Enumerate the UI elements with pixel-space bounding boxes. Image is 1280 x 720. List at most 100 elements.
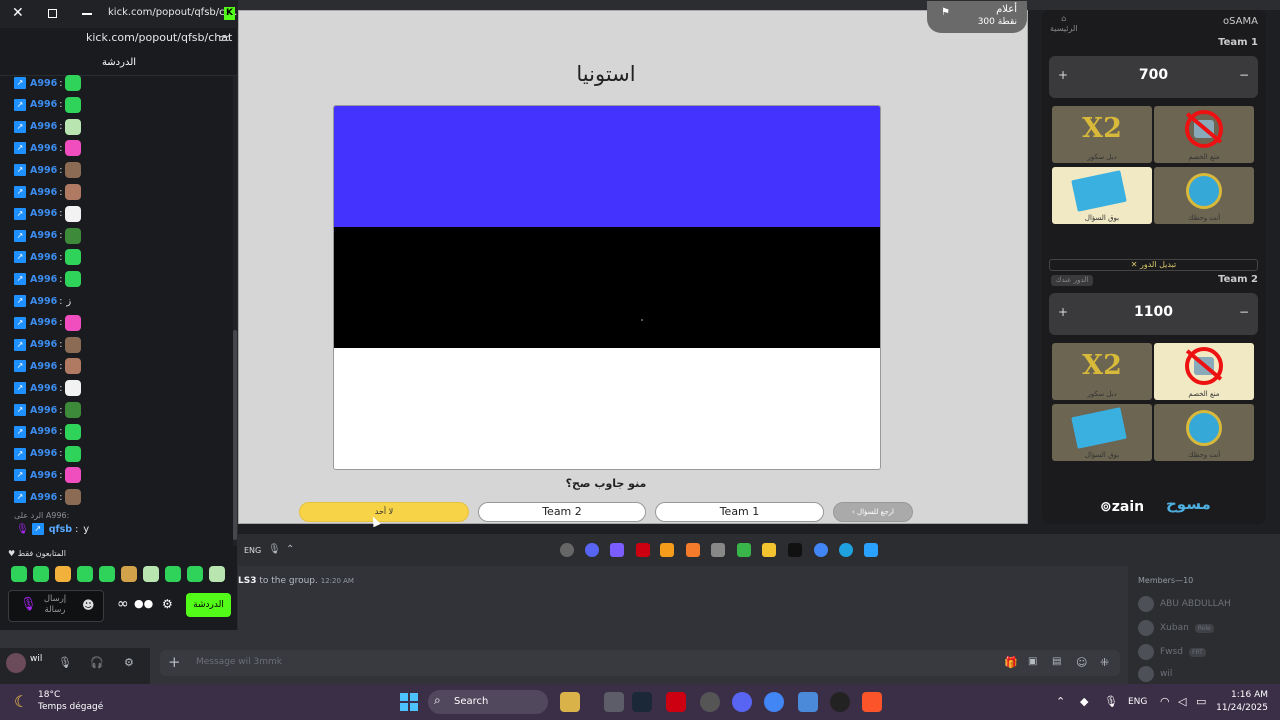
brave-app-icon[interactable] [862,692,882,712]
chat-username[interactable]: A996 [30,165,57,176]
clock-date[interactable]: 11/24/2025 [1212,703,1268,713]
block-opponent-card[interactable]: منع الخصم [1154,106,1254,163]
luck-wheel-card[interactable]: أنت وحظك [1154,404,1254,461]
mic-icon[interactable]: 🎙 [20,597,37,612]
tune-icon[interactable]: ⚌ [219,30,230,44]
app-icon[interactable] [686,543,700,557]
message-input[interactable] [160,650,1120,676]
chat-username[interactable]: A996 [30,492,57,503]
emote-icon[interactable] [187,566,203,582]
chat-username[interactable]: qfsb [49,524,72,535]
chat-username[interactable]: A996 [30,317,57,328]
chevron-up-icon[interactable]: ⌃ [286,544,294,555]
scrollbar-thumb[interactable] [233,330,237,540]
double-score-card[interactable]: X2 دبل سكور [1052,343,1152,400]
app-icon[interactable] [798,692,818,712]
maximize-icon[interactable] [48,9,57,18]
chat-username[interactable]: A996 [30,78,57,89]
chat-send-button[interactable]: الدردشة [186,593,231,617]
emote-icon[interactable] [99,566,115,582]
chat-username[interactable]: A996 [30,99,57,110]
chat-username[interactable]: A996 [30,426,57,437]
team1-button[interactable]: Team 1 [655,502,824,522]
emote-icon[interactable] [143,566,159,582]
avatar[interactable] [6,653,26,673]
settings-app-icon[interactable] [700,692,720,712]
minus-icon[interactable]: − [1239,68,1249,82]
app-icon[interactable] [604,692,624,712]
windows-app-icon[interactable] [864,543,878,557]
luck-wheel-card[interactable]: أنت وحظك [1154,167,1254,224]
discord-app-icon[interactable] [585,543,599,557]
cards-card[interactable]: بوق السؤال [1052,167,1152,224]
opera-app-icon[interactable] [636,543,650,557]
dots-icon[interactable]: ●● [134,597,153,610]
steam-app-icon[interactable] [632,692,652,712]
app-icon[interactable] [560,692,580,712]
nobody-button[interactable]: لا أحد [299,502,469,522]
team2-button[interactable]: Team 2 [478,502,646,522]
headset-icon[interactable]: 🎧 [90,656,104,669]
discord-app-icon[interactable] [732,692,752,712]
emote-icon[interactable] [121,566,137,582]
cards-card[interactable]: بوق السؤال [1052,404,1152,461]
member-item[interactable]: ABU ABDULLAH [1138,596,1231,612]
chevron-up-icon[interactable]: ⌃ [1056,695,1065,708]
mic-small-icon[interactable]: 🎙 [268,544,281,555]
tray-language[interactable]: ENG [1128,697,1147,707]
gear-icon[interactable]: ⚙ [124,656,134,669]
emote-icon[interactable] [33,566,49,582]
infinity-icon[interactable]: ∞ [117,596,129,612]
start-button[interactable] [400,693,418,711]
chat-username[interactable]: A996 [30,143,57,154]
mic-icon[interactable]: 🎙 [58,656,72,669]
chat-username[interactable]: A996 [30,405,57,416]
switch-turn-button[interactable]: ✕ تبديل الدور [1049,259,1258,271]
app-icon[interactable] [660,543,674,557]
steam-app-icon[interactable] [560,543,574,557]
chat-username[interactable]: A996 [30,339,57,350]
back-to-question-button[interactable]: ‹ ارجع للسؤال [833,502,913,522]
sticker-icon[interactable]: ▤ [1052,656,1061,667]
chat-username[interactable]: A996 [30,208,57,219]
mic-icon[interactable]: 🎙 [1104,695,1118,708]
gear-icon[interactable]: ⚙ [162,597,173,611]
moon-icon[interactable]: ☾ [14,692,28,711]
member-item[interactable]: Xuban Role [1138,620,1214,636]
chat-username[interactable]: A996 [30,230,57,241]
member-item[interactable]: Fwsd FRT [1138,644,1206,660]
app-icon[interactable] [737,543,751,557]
clock-time[interactable]: 1:16 AM [1226,690,1268,700]
tiktok-app-icon[interactable] [788,543,802,557]
address-bar[interactable]: kick.com/popout/qfsb/chat [86,31,232,44]
folder-icon[interactable] [762,543,776,557]
double-score-card[interactable]: X2 دبل سكور [1052,106,1152,163]
close-icon[interactable]: ✕ [12,5,24,21]
chat-username[interactable]: A996 [30,448,57,459]
chat-username[interactable]: A996 [30,470,57,481]
obs-app-icon[interactable] [830,692,850,712]
chrome-app-icon[interactable] [764,692,784,712]
emote-icon[interactable] [77,566,93,582]
app-icon[interactable] [610,543,624,557]
battery-icon[interactable]: ▭ [1196,695,1206,708]
flag-icon[interactable]: ⚑ [941,7,950,18]
speaker-icon[interactable]: ◁ [1178,695,1186,708]
emoji-icon[interactable]: ☺ [1076,656,1087,669]
tray-app-icon[interactable]: ◆ [1080,695,1088,708]
chat-username[interactable]: A996 [30,252,57,263]
minus-icon[interactable]: − [1239,305,1249,319]
plus-icon[interactable]: + [168,653,181,671]
emote-icon[interactable] [209,566,225,582]
emote-icon[interactable] [11,566,27,582]
block-opponent-card[interactable]: منع الخصم [1154,343,1254,400]
chat-username[interactable]: A996 [30,121,57,132]
app-icon[interactable] [711,543,725,557]
voicemeeter-app-icon[interactable] [666,692,686,712]
chat-username[interactable]: A996 [30,274,57,285]
home-button[interactable]: ⌂ الرئيسية [1050,14,1078,34]
chat-username[interactable]: A996 [30,361,57,372]
minimize-icon[interactable] [82,13,92,15]
chat-username[interactable]: A996 [30,187,57,198]
chat-username[interactable]: A996 [30,296,57,307]
